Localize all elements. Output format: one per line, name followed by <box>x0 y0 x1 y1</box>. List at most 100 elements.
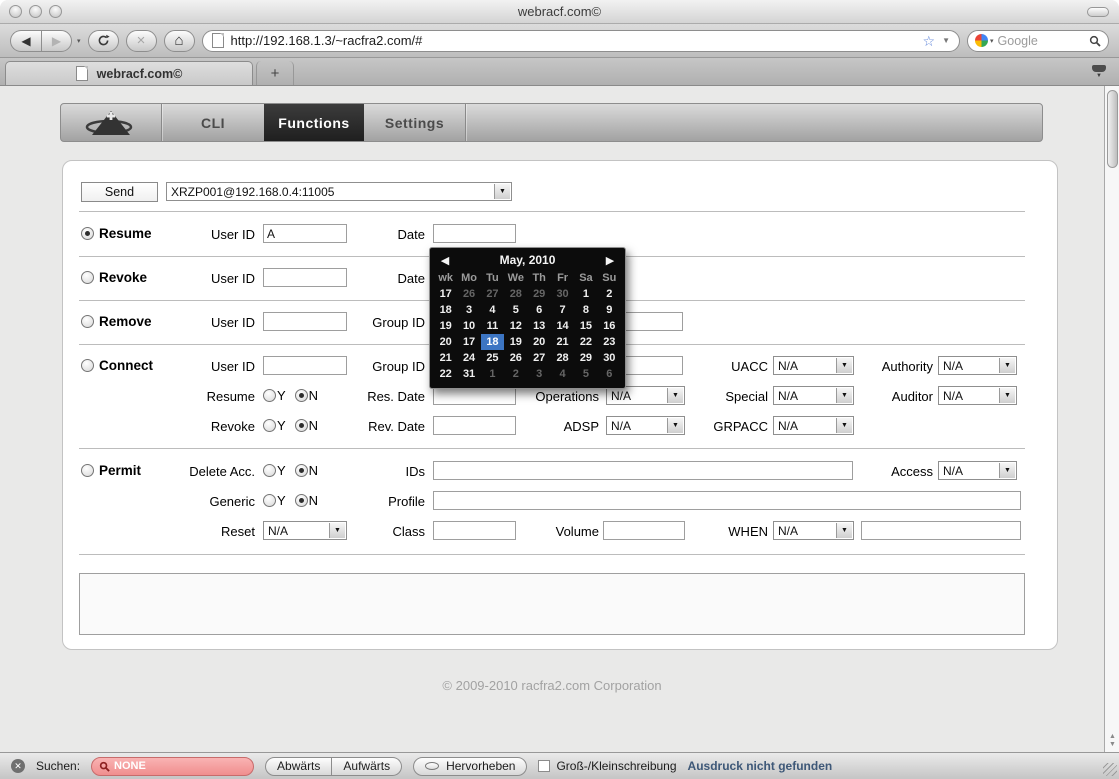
calendar-day[interactable]: 25 <box>481 350 504 366</box>
history-dropdown-icon[interactable]: ▾ <box>77 37 81 45</box>
calendar-day[interactable]: 27 <box>481 286 504 302</box>
server-select[interactable]: XRZP001@192.168.0.4:11005 ▼ <box>166 182 512 201</box>
connect-resume-y-radio[interactable] <box>263 389 276 402</box>
authority-select[interactable]: N/A ▼ <box>938 356 1017 375</box>
scroll-up-icon[interactable]: ▲ <box>1109 733 1116 740</box>
url-bar[interactable]: http://192.168.1.3/~racfra2.com/# ☆ ▼ <box>201 29 960 52</box>
stop-button[interactable]: × <box>125 29 157 52</box>
generic-n-radio[interactable] <box>294 494 308 507</box>
calendar-day[interactable]: 15 <box>574 318 597 334</box>
toolbar-toggle-button[interactable] <box>1087 7 1109 17</box>
calendar-day[interactable]: 6 <box>598 366 621 382</box>
profile-input[interactable] <box>433 491 1021 510</box>
output-area[interactable] <box>79 573 1025 635</box>
calendar-day[interactable]: 18 <box>480 334 505 350</box>
calendar-day[interactable]: 21 <box>551 334 574 350</box>
highlight-all-button[interactable]: Hervorheben <box>413 756 528 776</box>
url-dropdown-icon[interactable]: ▼ <box>942 36 950 45</box>
calendar-day[interactable]: 31 <box>457 366 480 382</box>
connect-revoke-n-radio[interactable] <box>294 419 308 432</box>
find-next-button[interactable]: Abwärts <box>265 756 333 776</box>
calendar-day[interactable]: 10 <box>457 318 480 334</box>
calendar-day[interactable]: 14 <box>551 318 574 334</box>
calendar-day[interactable]: 5 <box>574 366 597 382</box>
tab-cli[interactable]: CLI <box>162 104 264 141</box>
generic-y-radio[interactable] <box>263 494 276 507</box>
match-case-option[interactable]: Groß-/Kleinschreibung <box>538 759 677 773</box>
delete-acc-y-radio[interactable] <box>263 464 276 477</box>
bookmark-star-icon[interactable]: ☆ <box>923 34 936 48</box>
find-previous-button[interactable]: Aufwärts <box>332 756 403 776</box>
calendar-day[interactable]: 1 <box>481 366 504 382</box>
engine-dropdown-icon[interactable]: ▾ <box>990 37 994 45</box>
calendar-day[interactable]: 16 <box>598 318 621 334</box>
grpacc-select[interactable]: N/A ▼ <box>773 416 854 435</box>
calendar-day[interactable]: 19 <box>504 334 527 350</box>
list-all-tabs-button[interactable]: ▼ <box>1086 63 1112 80</box>
calendar-day[interactable]: 29 <box>574 350 597 366</box>
calendar-day[interactable]: 26 <box>504 350 527 366</box>
resume-date-input[interactable] <box>433 224 516 243</box>
calendar-day[interactable]: 2 <box>504 366 527 382</box>
tab-settings[interactable]: Settings <box>364 104 466 141</box>
new-tab-button[interactable]: + <box>256 61 294 85</box>
calendar-day[interactable]: 13 <box>528 318 551 334</box>
calendar-day[interactable]: 3 <box>528 366 551 382</box>
permit-row: Permit Delete Acc. Y N IDs Access N/A ▼ <box>63 461 1057 482</box>
forward-button[interactable]: ▶ <box>41 29 72 52</box>
calendar-day[interactable]: 24 <box>457 350 480 366</box>
google-engine-icon[interactable] <box>975 34 988 47</box>
back-button[interactable]: ◀ <box>10 29 41 52</box>
search-bar[interactable]: ▾ Google <box>967 29 1109 52</box>
calendar-day[interactable]: 26 <box>457 286 480 302</box>
when-extra-input[interactable] <box>861 521 1021 540</box>
calendar-day[interactable]: 17 <box>457 334 480 350</box>
calendar-day[interactable]: 27 <box>528 350 551 366</box>
calendar-day[interactable]: 4 <box>481 302 504 318</box>
when-select[interactable]: N/A ▼ <box>773 521 854 540</box>
calendar-day[interactable]: 12 <box>504 318 527 334</box>
ids-input[interactable] <box>433 461 853 480</box>
connect-resume-n-radio[interactable] <box>294 389 308 402</box>
calendar-day[interactable]: 30 <box>598 350 621 366</box>
calendar-day[interactable]: 1 <box>574 286 597 302</box>
calendar-prev-icon[interactable]: ◀ <box>434 254 456 267</box>
match-case-checkbox[interactable] <box>538 760 551 772</box>
site-logo[interactable] <box>61 104 162 141</box>
calendar-day[interactable]: 22 <box>574 334 597 350</box>
auditor-select[interactable]: N/A ▼ <box>938 386 1017 405</box>
calendar-day[interactable]: 6 <box>528 302 551 318</box>
calendar-day[interactable]: 5 <box>504 302 527 318</box>
calendar-day[interactable]: 28 <box>504 286 527 302</box>
scrollbar-thumb[interactable] <box>1107 90 1118 168</box>
calendar-day[interactable]: 28 <box>551 350 574 366</box>
scrollbar-arrows[interactable]: ▲ ▼ <box>1105 733 1119 749</box>
access-select[interactable]: N/A ▼ <box>938 461 1017 480</box>
calendar-day[interactable]: 7 <box>551 302 574 318</box>
calendar-day[interactable]: 20 <box>528 334 551 350</box>
calendar-next-icon[interactable]: ▶ <box>599 254 621 267</box>
calendar-day[interactable]: 3 <box>457 302 480 318</box>
calendar-day[interactable]: 4 <box>551 366 574 382</box>
findbar-close-button[interactable]: ✕ <box>11 759 25 773</box>
home-button[interactable]: ⌂ <box>163 29 195 52</box>
calendar-day[interactable]: 30 <box>551 286 574 302</box>
calendar-day[interactable]: 8 <box>574 302 597 318</box>
calendar-day[interactable]: 11 <box>481 318 504 334</box>
connect-revoke-y-radio[interactable] <box>263 419 276 432</box>
search-input[interactable]: Google <box>998 34 1085 48</box>
calendar-day[interactable]: 23 <box>598 334 621 350</box>
calendar-day[interactable]: 29 <box>528 286 551 302</box>
url-text[interactable]: http://192.168.1.3/~racfra2.com/# <box>231 33 916 48</box>
calendar-day[interactable]: 9 <box>598 302 621 318</box>
vertical-scrollbar[interactable]: ▲ ▼ <box>1104 86 1119 752</box>
delete-acc-n-radio[interactable] <box>294 464 308 477</box>
find-input[interactable]: NONE <box>91 756 255 776</box>
send-button[interactable]: Send <box>81 182 158 202</box>
tab-webracf[interactable]: webracf.com© <box>5 61 253 85</box>
reload-button[interactable] <box>87 29 119 52</box>
calendar-day[interactable]: 2 <box>598 286 621 302</box>
resize-grip[interactable] <box>1103 763 1117 776</box>
tab-functions[interactable]: Functions <box>264 104 364 141</box>
scroll-down-icon[interactable]: ▼ <box>1109 741 1116 748</box>
